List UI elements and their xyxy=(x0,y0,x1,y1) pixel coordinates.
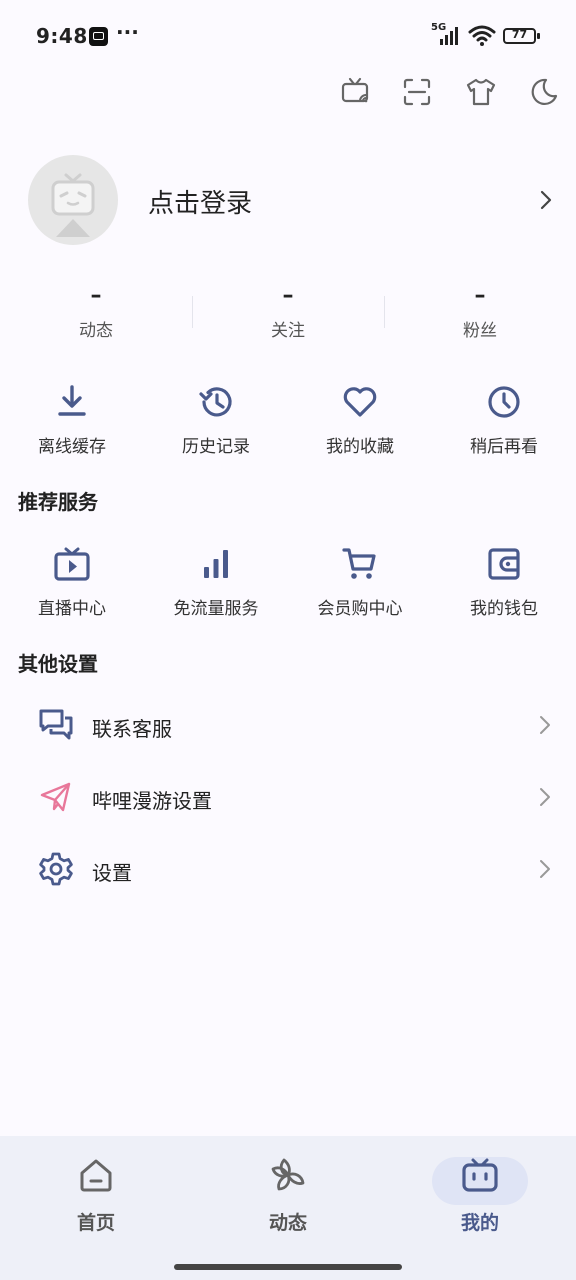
battery-tip xyxy=(537,33,540,39)
theme-button[interactable] xyxy=(463,74,499,110)
stat-fans-label: 粉丝 xyxy=(463,321,497,341)
chevron-right-icon xyxy=(535,713,555,737)
stat-following-label: 关注 xyxy=(271,321,305,341)
history-label: 历史记录 xyxy=(182,437,250,457)
signal-bars-icon xyxy=(204,550,228,578)
settings-label: 设置 xyxy=(92,861,132,885)
theme-shirt-icon xyxy=(466,78,496,106)
default-avatar-icon xyxy=(51,173,95,237)
stat-dynamics-label: 动态 xyxy=(79,321,113,341)
battery-indicator: 77 xyxy=(503,28,536,44)
pinwheel-icon xyxy=(271,1158,305,1191)
wifi-icon xyxy=(468,25,496,46)
signal-icon xyxy=(440,27,458,45)
history-icon xyxy=(199,387,232,417)
bilibili-tv-icon xyxy=(462,1158,498,1192)
member-shop-label: 会员购中心 xyxy=(317,599,403,619)
stat-following[interactable]: – 关注 xyxy=(192,283,384,342)
my-wallet-button[interactable]: 我的钱包 xyxy=(432,544,576,619)
contact-support-label: 联系客服 xyxy=(92,717,172,741)
free-data-service-button[interactable]: 免流量服务 xyxy=(144,544,288,619)
contact-support-row[interactable]: 联系客服 xyxy=(0,689,576,761)
live-center-label: 直播中心 xyxy=(38,599,106,619)
login-prompt[interactable]: 点击登录 xyxy=(148,183,252,220)
scan-icon xyxy=(403,78,431,106)
paper-plane-icon xyxy=(40,782,71,812)
tab-dynamics-label: 动态 xyxy=(268,1212,307,1234)
tab-mine-label: 我的 xyxy=(460,1212,499,1234)
favorites-button[interactable]: 我的收藏 xyxy=(288,382,432,457)
recommended-services-title: 推荐服务 xyxy=(18,490,98,514)
clock-icon xyxy=(488,386,520,418)
offline-cache-button[interactable]: 离线缓存 xyxy=(0,382,144,457)
status-time: 9:48 xyxy=(36,24,88,48)
chevron-right-icon xyxy=(535,857,555,881)
night-mode-icon xyxy=(531,78,558,106)
home-icon xyxy=(80,1159,112,1192)
download-icon xyxy=(58,385,86,416)
tab-home[interactable]: 首页 xyxy=(36,1150,156,1240)
tab-home-label: 首页 xyxy=(76,1212,115,1234)
member-shop-button[interactable]: 会员购中心 xyxy=(288,544,432,619)
chevron-right-icon xyxy=(535,785,555,809)
tab-dynamics[interactable]: 动态 xyxy=(228,1150,348,1240)
avatar[interactable] xyxy=(28,155,118,245)
stat-following-value: – xyxy=(282,283,294,308)
offline-cache-label: 离线缓存 xyxy=(38,437,106,457)
roaming-settings-row[interactable]: 哔哩漫游设置 xyxy=(0,761,576,833)
chat-icon xyxy=(39,709,73,740)
profile-chevron-right-icon[interactable] xyxy=(536,188,556,212)
heart-icon xyxy=(343,387,377,417)
stat-dynamics[interactable]: – 动态 xyxy=(0,283,192,342)
wallet-icon xyxy=(488,548,520,580)
cast-icon xyxy=(341,77,369,103)
live-tv-icon xyxy=(54,547,90,581)
home-indicator[interactable] xyxy=(174,1264,402,1270)
history-button[interactable]: 历史记录 xyxy=(144,382,288,457)
tab-mine[interactable]: 我的 xyxy=(420,1150,540,1240)
roaming-settings-label: 哔哩漫游设置 xyxy=(92,789,212,813)
watch-later-button[interactable]: 稍后再看 xyxy=(432,382,576,457)
watch-later-label: 稍后再看 xyxy=(470,437,538,457)
live-center-button[interactable]: 直播中心 xyxy=(0,544,144,619)
stat-fans[interactable]: – 粉丝 xyxy=(384,283,576,342)
more-notifications-icon: ··· xyxy=(116,20,139,44)
scan-button[interactable] xyxy=(399,74,435,110)
shopping-cart-icon xyxy=(342,548,376,579)
gear-icon xyxy=(39,852,73,886)
other-settings-title: 其他设置 xyxy=(18,652,98,676)
night-mode-button[interactable] xyxy=(526,74,562,110)
stat-fans-value: – xyxy=(474,283,486,308)
battery-level: 77 xyxy=(511,28,528,41)
cast-button[interactable] xyxy=(338,74,374,110)
settings-row[interactable]: 设置 xyxy=(0,833,576,905)
notification-app-icon xyxy=(89,27,108,46)
free-data-service-label: 免流量服务 xyxy=(173,599,259,619)
my-wallet-label: 我的钱包 xyxy=(470,599,538,619)
stat-dynamics-value: – xyxy=(90,283,102,308)
favorites-label: 我的收藏 xyxy=(326,437,394,457)
